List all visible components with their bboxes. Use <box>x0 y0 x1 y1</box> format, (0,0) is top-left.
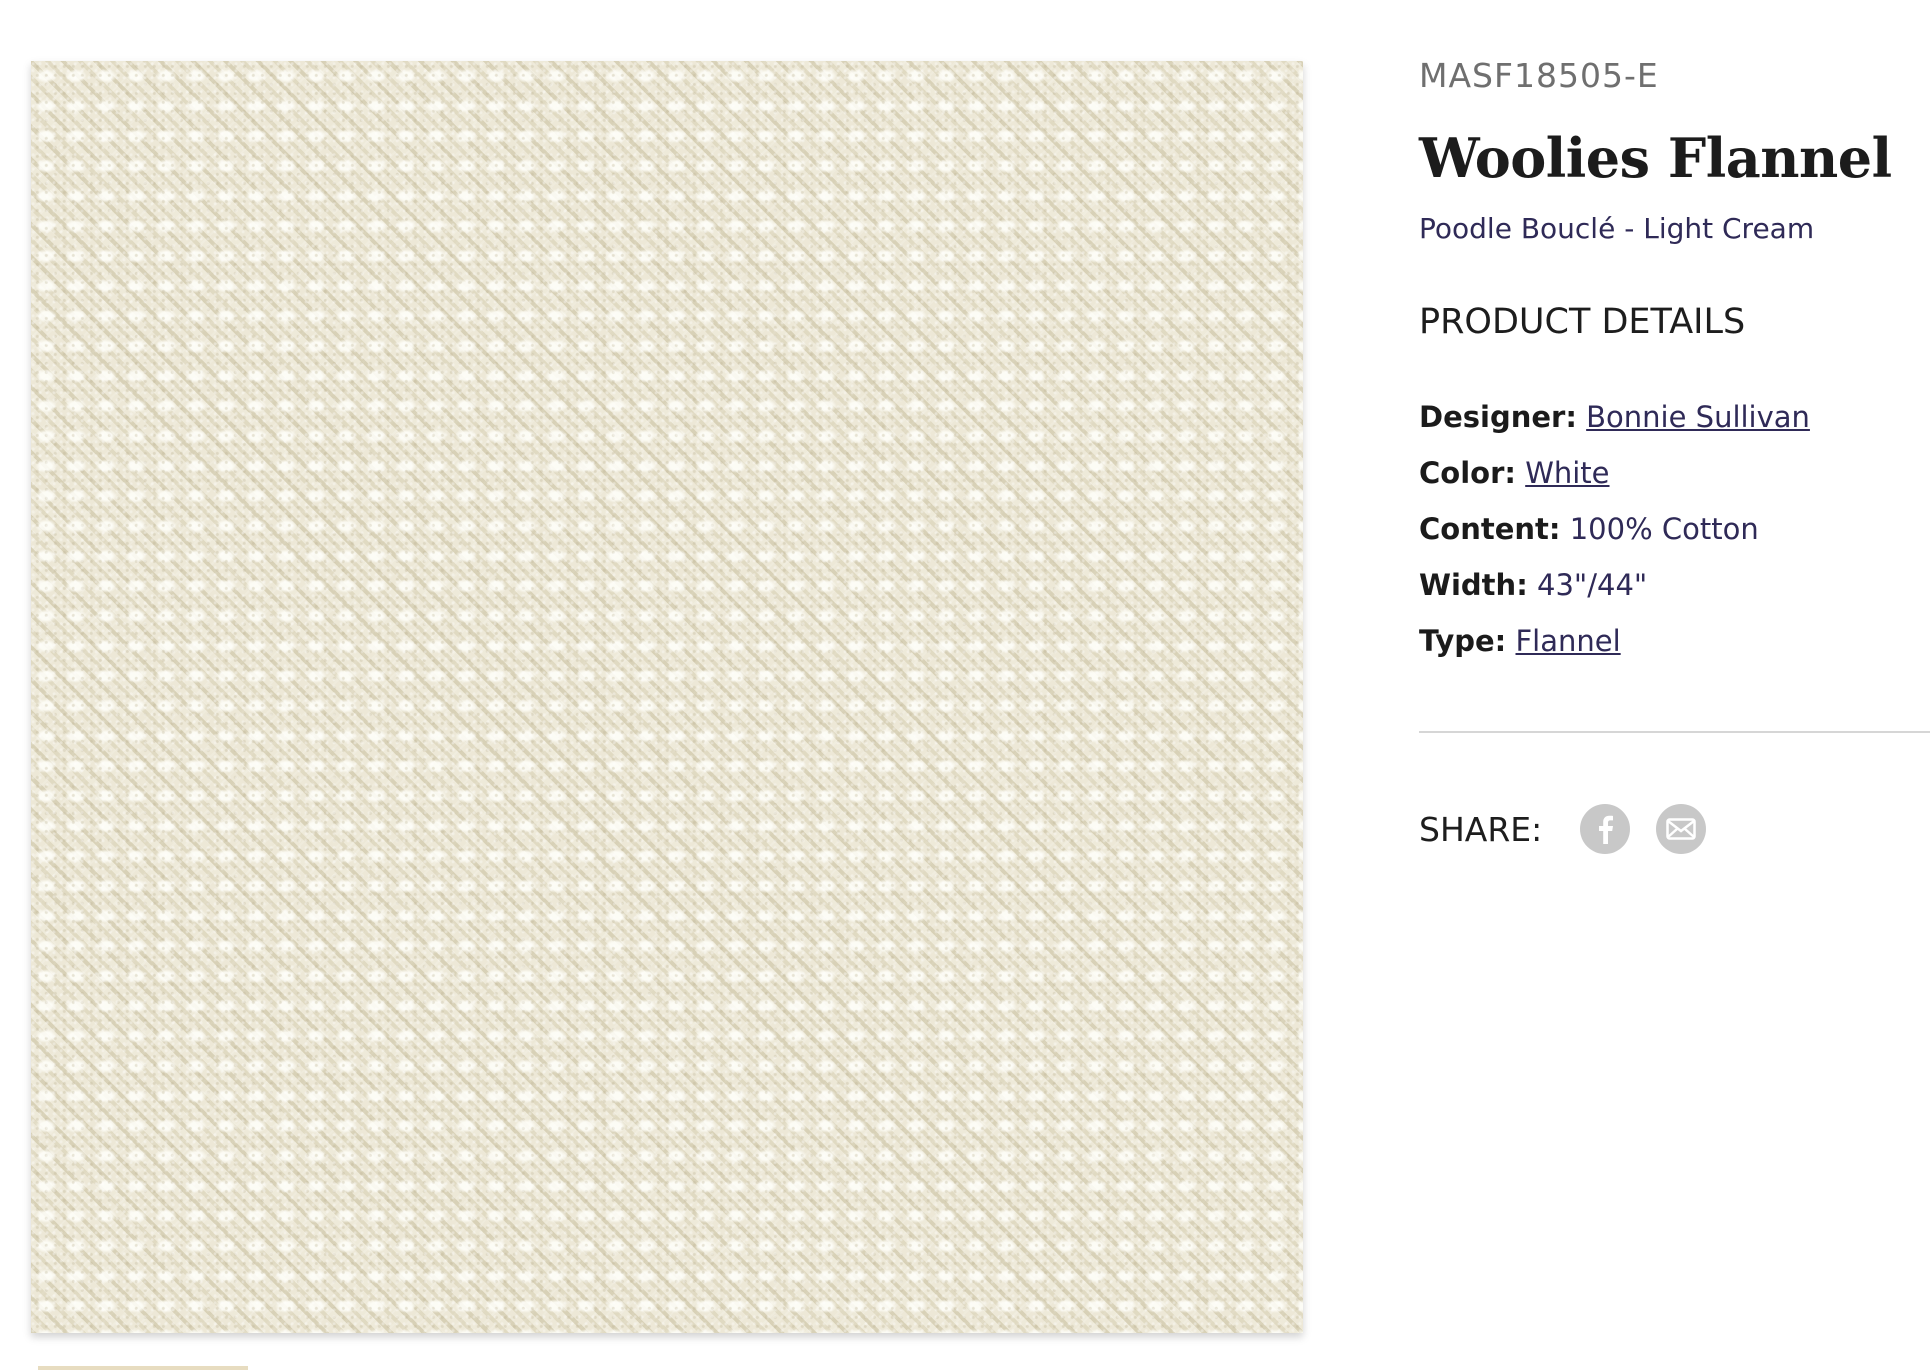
product-details-heading: PRODUCT DETAILS <box>1419 302 1746 342</box>
type-label: Type: <box>1419 624 1507 658</box>
share-label: SHARE: <box>1419 809 1543 849</box>
section-divider <box>1419 731 1930 733</box>
content-value: 100% Cotton <box>1569 512 1759 546</box>
type-link[interactable]: Flannel <box>1516 624 1621 658</box>
facebook-icon <box>1599 815 1614 844</box>
spec-row-content: Content: 100% Cotton <box>1419 512 1810 568</box>
spec-row-color: Color: White <box>1419 456 1810 512</box>
spec-row-width: Width: 43"/44" <box>1419 568 1810 624</box>
product-page: MASF18505-E Woolies Flannel Poodle Boucl… <box>0 0 1930 1370</box>
share-bar: SHARE: <box>1419 804 1732 854</box>
thumbnail-strip[interactable] <box>38 1366 248 1370</box>
email-icon <box>1666 818 1696 840</box>
width-value: 43"/44" <box>1537 568 1648 602</box>
spec-row-type: Type: Flannel <box>1419 624 1810 680</box>
spec-list: Designer: Bonnie Sullivan Color: White C… <box>1419 400 1810 680</box>
width-label: Width: <box>1419 568 1528 602</box>
designer-label: Designer: <box>1419 400 1577 434</box>
share-facebook-button[interactable] <box>1580 804 1631 854</box>
product-subtitle: Poodle Bouclé - Light Cream <box>1419 212 1815 245</box>
color-link[interactable]: White <box>1525 456 1609 490</box>
content-label: Content: <box>1419 512 1561 546</box>
designer-link[interactable]: Bonnie Sullivan <box>1586 400 1810 434</box>
product-sku: MASF18505-E <box>1419 56 1659 95</box>
spec-row-designer: Designer: Bonnie Sullivan <box>1419 400 1810 456</box>
product-image[interactable] <box>31 61 1303 1333</box>
share-email-button[interactable] <box>1656 804 1707 854</box>
color-label: Color: <box>1419 456 1516 490</box>
product-title: Woolies Flannel <box>1419 126 1892 190</box>
